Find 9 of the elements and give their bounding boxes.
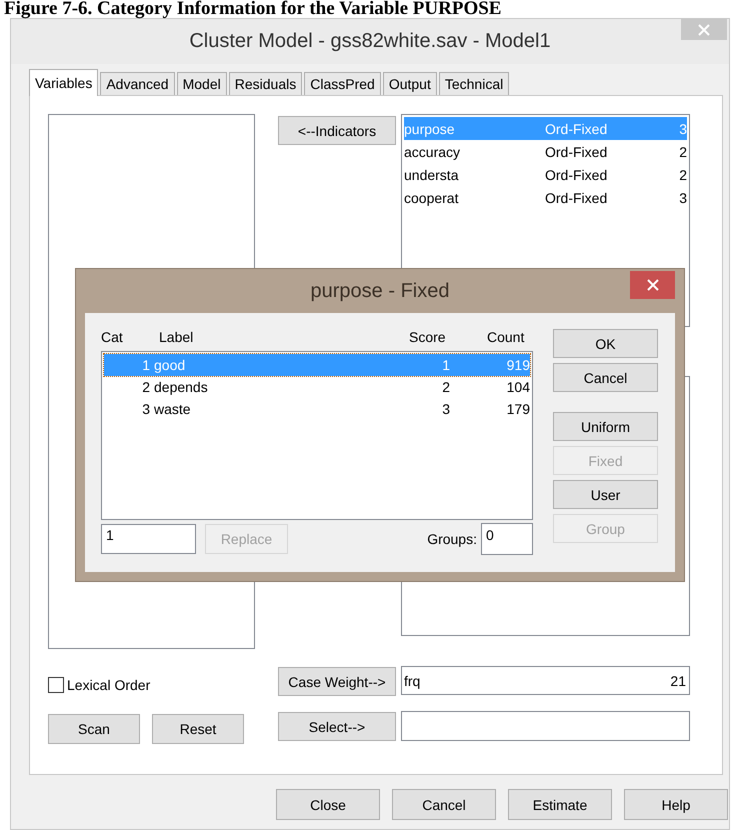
checkbox-label: Lexical Order [67,677,150,693]
column-header: Cat [101,329,123,345]
window-title: Cluster Model - gss82white.sav - Model1 [189,30,551,53]
groups-label: Groups: [427,531,477,547]
column-header: Label [159,329,194,345]
figure-caption: Figure 7-6. Category Information for the Variable PURPOSE [3,0,502,18]
dialog-title: purpose - Fixed [310,280,450,302]
column-header: Count [487,329,524,345]
column-header: Score [409,329,446,345]
